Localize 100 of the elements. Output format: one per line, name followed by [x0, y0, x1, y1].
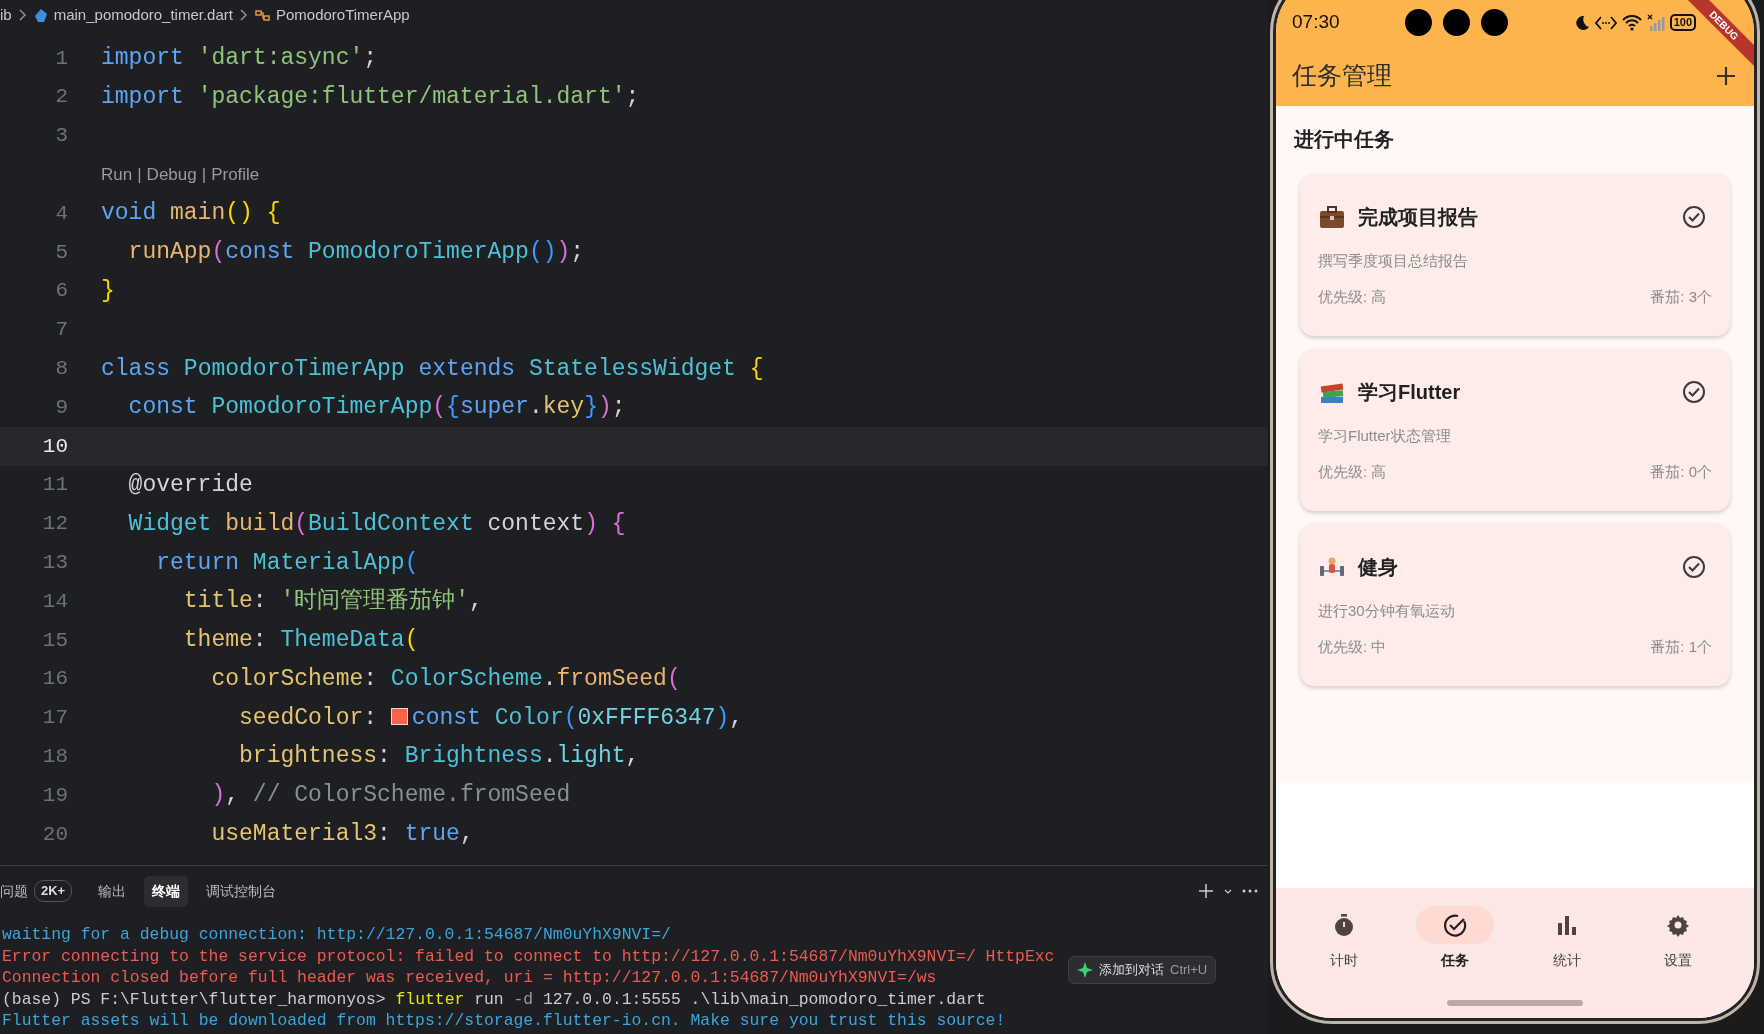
code-line: @override: [127, 470, 253, 500]
nav-item[interactable]: 设置: [1630, 906, 1727, 1018]
task-title: 完成项目报告: [1358, 205, 1478, 230]
task-description: 学习Flutter状态管理: [1318, 426, 1452, 446]
task-priority: 优先级: 中: [1318, 636, 1387, 657]
color-swatch[interactable]: [390, 707, 408, 725]
code-line: }: [101, 276, 115, 306]
terminal-line: waiting for a debug connection: http://127.0.0.1:54687/Nm0uYhX9NVI=/: [2, 924, 671, 946]
task-description: 撰写季度项目总结报告: [1318, 251, 1469, 271]
code-line: class PomodoroTimerApp extends StatelessWidget {: [101, 354, 764, 384]
line-number: 18: [41, 744, 68, 770]
line-number: 8: [54, 356, 68, 382]
code-line: import 'dart:async';: [101, 44, 378, 74]
chevron-icon: [17, 8, 28, 22]
complete-button[interactable]: [1682, 204, 1706, 230]
breadcrumb-item[interactable]: PomodoroTimerApp: [275, 3, 410, 27]
camera-cutout: [1442, 9, 1470, 36]
task-title: 学习Flutter: [1358, 380, 1461, 405]
line-number: 12: [41, 511, 68, 538]
camera-cutout: [1404, 9, 1432, 36]
code-line: ), // ColorScheme.fromSeed: [210, 781, 571, 811]
chevron-icon[interactable]: [1224, 887, 1232, 895]
check-circle-icon: [1682, 380, 1706, 405]
complete-button[interactable]: [1682, 379, 1706, 405]
add-icon: [1716, 66, 1736, 87]
panel-tab[interactable]: 调试控制台: [198, 875, 285, 907]
terminal-line: Connection closed before full header was received, uri = http://127.0.0.1:54687/Nm0uYhX9NVI=/ws: [2, 967, 937, 989]
line-number: 6: [54, 278, 68, 305]
code-line: const PomodoroTimerApp({super.key});: [127, 393, 626, 423]
task-priority: 优先级: 高: [1318, 286, 1387, 307]
line-number: 17: [41, 705, 68, 732]
code-line: title: '时间管理番茄钟',: [182, 587, 483, 617]
more-icon[interactable]: [1242, 888, 1258, 894]
code-line: runApp(const PomodoroTimerApp());: [127, 238, 585, 268]
pomodoro-count: 番茄: 1个: [1650, 636, 1712, 657]
check-circle-icon: [1682, 205, 1706, 230]
nav-item[interactable]: 计时: [1295, 906, 1392, 1018]
code-line: Widget build(BuildContext context) {: [127, 509, 626, 539]
battery-indicator: 100: [1669, 14, 1696, 31]
panel-tab[interactable]: 问题 2K+: [0, 875, 81, 907]
terminal-line: Flutter assets will be downloaded from https://storage.flutter-io.cn. Make sure you trust this source!: [2, 1010, 1006, 1032]
code-line: void main() {: [101, 199, 281, 229]
panel-tab[interactable]: 输出: [90, 875, 135, 907]
code-line: brightness: Brightness.light,: [238, 742, 640, 772]
app-bar-title: 任务管理: [1292, 59, 1392, 91]
code-line: seedColor: const Color(0xFFFF6347),: [238, 703, 744, 733]
add-to-chat-button[interactable]: 添加到对话 Ctrl+U: [1068, 956, 1217, 984]
camera-cutout: [1480, 9, 1508, 36]
wifi-icon: [1621, 14, 1642, 31]
separator: |: [201, 164, 207, 187]
count-badge: 2K+: [34, 880, 73, 902]
breadcrumb-item[interactable]: ib: [0, 3, 12, 27]
check-circle-icon: [1443, 913, 1468, 937]
status-time: 07:30: [1292, 10, 1340, 35]
code-line: import 'package:flutter/material.dart';: [101, 82, 640, 112]
task-description: 进行30分钟有氧运动: [1318, 601, 1456, 621]
task-title: 健身: [1358, 555, 1398, 580]
terminal-line: (base) PS F:\Flutter\flutter_harmonyos> flutter run -d 127.0.0.1:5555 .\lib\main_pomodoro_timer.dart: [2, 988, 986, 1010]
line-number: 10: [41, 433, 68, 460]
settings-icon: [1666, 913, 1691, 937]
add-icon[interactable]: [1198, 883, 1214, 899]
line-number: 19: [41, 782, 68, 809]
line-number: 1: [54, 45, 68, 72]
pomodoro-count: 番茄: 0个: [1650, 461, 1712, 482]
code-line: theme: ThemeData(: [182, 626, 419, 656]
sparkle-icon: [1077, 961, 1093, 978]
task-card[interactable]: 学习Flutter 学习Flutter状态管理 优先级: 高 番茄: 0个: [1300, 349, 1730, 511]
codelens-link[interactable]: Profile: [211, 162, 260, 188]
briefcase-icon: [1318, 203, 1346, 231]
signal-icon: [1646, 13, 1665, 32]
task-card[interactable]: 健身 进行30分钟有氧运动 优先级: 中 番茄: 1个: [1300, 524, 1730, 686]
line-number: 3: [54, 123, 68, 150]
complete-button[interactable]: [1682, 554, 1706, 580]
line-number: 5: [54, 239, 68, 266]
line-number: 7: [54, 317, 68, 344]
separator: |: [137, 164, 142, 187]
dart-file-icon: [33, 7, 48, 23]
line-number: 16: [41, 666, 68, 693]
chevron-icon: [238, 8, 249, 22]
panel-tab[interactable]: 终端: [144, 875, 189, 907]
nav-item[interactable]: 统计: [1518, 906, 1615, 1018]
line-number: 14: [41, 588, 68, 615]
codelens-link[interactable]: Run: [101, 162, 133, 188]
code-line: return MaterialApp(: [155, 548, 419, 578]
code-line: colorScheme: ColorScheme.fromSeed(: [210, 664, 681, 694]
pomodoro-count: 番茄: 3个: [1650, 286, 1712, 307]
line-number: 15: [41, 627, 68, 654]
breadcrumb-item[interactable]: main_pomodoro_timer.dart: [53, 3, 233, 27]
task-priority: 优先级: 高: [1318, 461, 1387, 482]
terminal-line: Error connecting to the service protocol: failed to connect to http://127.0.0.1:54687/Nm0uYhX9NVI=/ HttpExc: [2, 945, 1055, 967]
line-number: 11: [41, 472, 68, 499]
codelens-link[interactable]: Debug: [146, 162, 197, 188]
section-title: 进行中任务: [1294, 127, 1395, 152]
task-card[interactable]: 完成项目报告 撰写季度项目总结报告 优先级: 高 番茄: 3个: [1300, 174, 1730, 336]
code-line: useMaterial3: true,: [210, 820, 474, 850]
line-number: 2: [54, 84, 68, 111]
line-number: 20: [41, 821, 68, 848]
check-circle-icon: [1682, 555, 1706, 580]
line-number: 4: [54, 200, 68, 227]
line-number: 9: [54, 394, 68, 421]
